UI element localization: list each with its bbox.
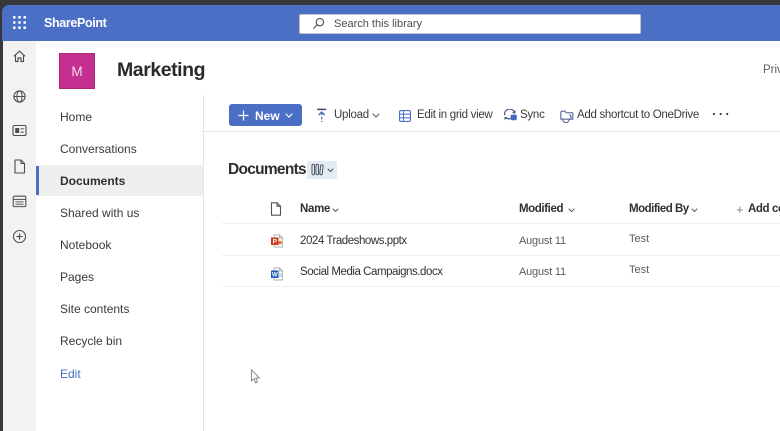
- svg-text:W: W: [272, 272, 278, 279]
- svg-text:P: P: [273, 239, 278, 246]
